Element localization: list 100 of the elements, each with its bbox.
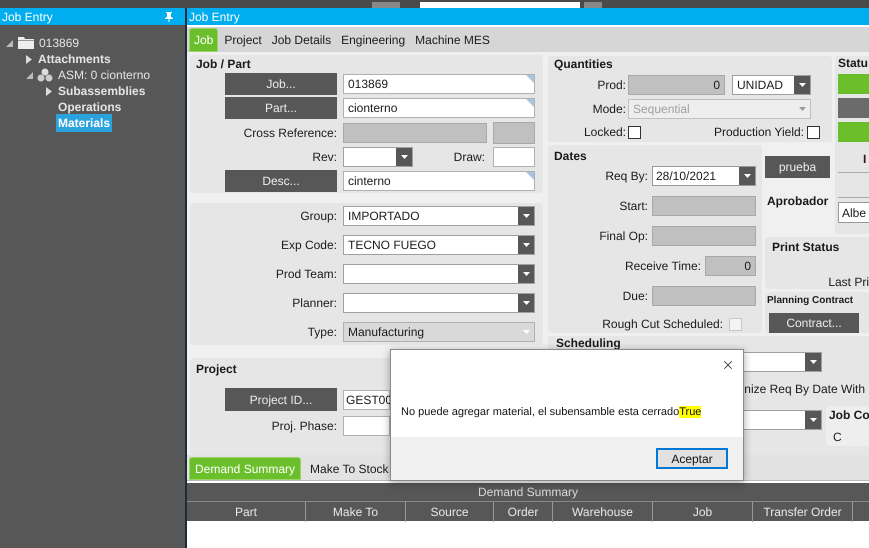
section-title: Quantities bbox=[553, 57, 614, 71]
pin-icon[interactable] bbox=[165, 12, 173, 22]
caret-down-icon bbox=[798, 83, 806, 87]
field-label: Start: bbox=[619, 198, 648, 215]
action-button[interactable]: Job... bbox=[225, 73, 337, 95]
caret-down-icon bbox=[522, 243, 530, 247]
dropdown[interactable] bbox=[743, 410, 822, 430]
caret-down-icon bbox=[523, 330, 530, 334]
field-label: Last Pri bbox=[828, 274, 869, 291]
tree-item[interactable]: ASM: 0 cionterno bbox=[56, 66, 152, 84]
field-label: C bbox=[832, 429, 843, 446]
tab[interactable]: Job Details bbox=[268, 28, 336, 52]
date-field[interactable]: 28/10/2021 bbox=[652, 166, 756, 186]
section-title: Job Co bbox=[829, 408, 869, 422]
column-header[interactable]: Source bbox=[406, 502, 494, 522]
action-button[interactable]: Part... bbox=[225, 97, 337, 119]
approver-field[interactable]: Albe bbox=[838, 202, 869, 223]
caret-down-icon bbox=[522, 301, 530, 305]
field-label: Due: bbox=[622, 288, 648, 305]
caret-down-icon bbox=[810, 418, 816, 422]
dropdown[interactable]: TECNO FUEGO bbox=[343, 235, 535, 255]
action-button[interactable]: Desc... bbox=[225, 170, 337, 192]
ok-button[interactable]: Aceptar bbox=[656, 448, 728, 469]
input-field[interactable]: cinterno bbox=[343, 171, 535, 192]
section-title: Planning Contract bbox=[767, 294, 854, 308]
field-label: Production Yield: bbox=[714, 124, 804, 141]
input-field[interactable] bbox=[652, 196, 756, 216]
checkbox[interactable] bbox=[807, 126, 820, 138]
field-label: Final Op: bbox=[599, 228, 648, 245]
input-field[interactable] bbox=[493, 122, 535, 144]
input-field[interactable]: 013869 bbox=[343, 74, 535, 94]
caret-down-icon bbox=[400, 155, 408, 159]
section-title: Dates bbox=[553, 148, 588, 163]
field-label: Cross Reference: bbox=[244, 124, 337, 142]
caret-down-icon bbox=[744, 174, 750, 178]
section-title: Print Status bbox=[772, 240, 840, 254]
tab[interactable]: Project bbox=[220, 28, 266, 52]
field-label: Draw: bbox=[454, 149, 485, 166]
caret-down-icon bbox=[522, 214, 530, 218]
dropdown[interactable]: UNIDAD bbox=[732, 75, 811, 95]
field-label: Aprobador bbox=[766, 193, 830, 210]
field-label: Proj. Phase: bbox=[272, 418, 337, 435]
status-caption: I bbox=[862, 152, 868, 166]
column-header[interactable]: Warehouse bbox=[553, 502, 653, 522]
folder-icon bbox=[18, 37, 34, 49]
tab[interactable]: Engineering bbox=[337, 28, 410, 52]
tab[interactable]: Make To Stock bbox=[305, 457, 394, 480]
input-field[interactable] bbox=[652, 286, 756, 306]
column-header[interactable]: Make To bbox=[306, 502, 406, 522]
action-button[interactable]: Project ID... bbox=[225, 388, 337, 411]
column-header[interactable]: Order bbox=[494, 502, 553, 522]
input-field[interactable] bbox=[343, 416, 390, 436]
field-label: Group: bbox=[300, 208, 337, 225]
tree-item[interactable]: 013869 bbox=[37, 34, 82, 52]
dialog-message: No puede agregar material, el subensamble esta cerradoTrue bbox=[400, 405, 702, 420]
section-title: Statu bbox=[838, 56, 869, 70]
field-label: Locked: bbox=[584, 124, 626, 141]
window-title: Job Entry bbox=[189, 8, 240, 26]
checkbox[interactable] bbox=[628, 126, 641, 138]
input-field[interactable] bbox=[343, 122, 487, 143]
dropdown[interactable] bbox=[343, 264, 535, 284]
column-header[interactable]: Part bbox=[187, 502, 306, 522]
caret-down-icon bbox=[522, 272, 530, 276]
field-label: Prod Team: bbox=[276, 266, 337, 283]
panel-title: Job Entry bbox=[2, 8, 53, 26]
tree-item[interactable]: Subassemblies bbox=[56, 82, 148, 100]
tree-item[interactable]: Operations bbox=[56, 98, 124, 116]
field-label: Prod: bbox=[597, 77, 626, 94]
section-title: Job / Part bbox=[195, 56, 252, 71]
action-button[interactable]: Contract... bbox=[769, 313, 859, 333]
column-header[interactable]: Job bbox=[653, 502, 753, 522]
toolbar-field[interactable] bbox=[420, 2, 580, 8]
close-icon[interactable] bbox=[721, 358, 735, 372]
input-field[interactable] bbox=[652, 226, 756, 246]
section-title: Scheduling bbox=[556, 336, 622, 350]
field-label: Rev: bbox=[312, 149, 337, 166]
input-field[interactable]: cionterno bbox=[343, 98, 535, 118]
input-field[interactable]: 0 bbox=[628, 75, 725, 95]
tab[interactable]: Machine MES bbox=[411, 28, 494, 52]
dropdown[interactable] bbox=[343, 293, 535, 313]
action-button[interactable]: prueba bbox=[765, 156, 830, 178]
expanded-icon[interactable] bbox=[6, 40, 12, 46]
expanded-icon[interactable] bbox=[26, 72, 32, 78]
field-label: nize Req By Date With bbox=[744, 381, 865, 398]
field-label: Mode: bbox=[592, 101, 626, 118]
dropdown[interactable] bbox=[343, 147, 413, 167]
table-title: Demand Summary bbox=[478, 484, 578, 501]
tree-item[interactable]: Attachments bbox=[36, 50, 113, 68]
caret-down-icon bbox=[810, 360, 816, 364]
input-field[interactable]: 0 bbox=[705, 256, 756, 276]
input-field[interactable] bbox=[493, 147, 535, 167]
caret-down-icon bbox=[799, 107, 806, 111]
field-label: Type: bbox=[308, 324, 337, 341]
collapsed-icon[interactable] bbox=[26, 54, 32, 64]
field-label: Rough Cut Scheduled: bbox=[602, 316, 723, 333]
cubes-icon bbox=[37, 68, 53, 82]
column-header[interactable]: Transfer Order bbox=[753, 502, 853, 522]
collapsed-icon[interactable] bbox=[46, 86, 52, 96]
dropdown[interactable]: IMPORTADO bbox=[343, 206, 535, 226]
dropdown[interactable] bbox=[743, 352, 822, 372]
